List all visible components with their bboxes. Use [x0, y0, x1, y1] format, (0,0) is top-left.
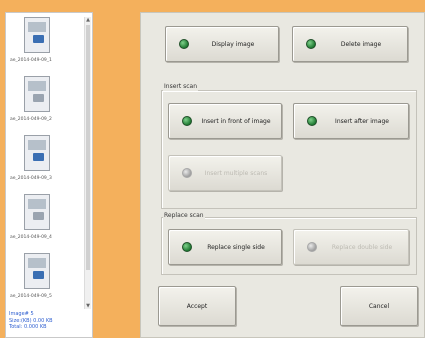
- accept-button[interactable]: Accept: [158, 286, 236, 326]
- green-led-icon: [182, 242, 192, 252]
- replace-single-side-button[interactable]: Replace single side: [168, 229, 282, 265]
- image-scan-icon: [24, 17, 50, 53]
- vertical-scrollbar[interactable]: ▲ ▼: [84, 17, 91, 309]
- thumbnail-item[interactable]: ae_2014-049-09_4: [10, 194, 82, 252]
- image-scan-icon: [24, 194, 50, 230]
- thumbnail-sidebar: ae_2014-049-09_1 ae_2014-049-09_2 ae_201…: [5, 12, 93, 338]
- thumbnail-item[interactable]: ae_2014-049-09_5: [10, 253, 82, 311]
- delete-image-button[interactable]: Delete image: [292, 26, 408, 62]
- thumbnail-label: ae_2014-049-09_2: [10, 117, 52, 122]
- gray-led-icon: [182, 168, 192, 178]
- replace-scan-title: Replace scan: [163, 212, 205, 220]
- green-led-icon: [182, 116, 192, 126]
- thumbnail-label: ae_2014-049-09_3: [10, 176, 52, 181]
- thumbnail-label: ae_2014-049-09_4: [10, 235, 52, 240]
- gray-led-icon: [307, 242, 317, 252]
- thumbnail-item[interactable]: ae_2014-049-09_1: [10, 17, 82, 75]
- insert-front-button[interactable]: Insert in front of image: [168, 103, 282, 139]
- image-scan-icon: [24, 135, 50, 171]
- insert-multiple-button[interactable]: Insert multiple scans: [168, 155, 282, 191]
- thumbnail-item[interactable]: ae_2014-049-09_3: [10, 135, 82, 193]
- green-led-icon: [306, 39, 316, 49]
- scan-command-panel: Display image Delete image Insert scan I…: [140, 12, 425, 338]
- image-total-text: Total: 0.000 KB: [9, 324, 47, 330]
- thumbnail-item[interactable]: ae_2014-049-09_2: [10, 76, 82, 134]
- replace-double-side-button[interactable]: Replace double side: [293, 229, 409, 265]
- insert-after-button[interactable]: Insert after image: [293, 103, 409, 139]
- thumbnail-label: ae_2014-049-09_5: [10, 294, 52, 299]
- cancel-button[interactable]: Cancel: [340, 286, 418, 326]
- insert-scan-title: Insert scan: [163, 83, 199, 91]
- display-image-button[interactable]: Display image: [165, 26, 279, 62]
- image-scan-icon: [24, 76, 50, 112]
- scrollbar-thumb[interactable]: [86, 25, 90, 270]
- scroll-up-arrow-icon[interactable]: ▲: [85, 17, 91, 23]
- thumbnail-label: ae_2014-049-09_1: [10, 58, 52, 63]
- green-led-icon: [307, 116, 317, 126]
- scroll-down-arrow-icon[interactable]: ▼: [85, 303, 91, 309]
- image-scan-icon: [24, 253, 50, 289]
- green-led-icon: [179, 39, 189, 49]
- image-info: Image# 5 Size:(KB) 0.00 KB Total: 0.000 …: [9, 311, 89, 331]
